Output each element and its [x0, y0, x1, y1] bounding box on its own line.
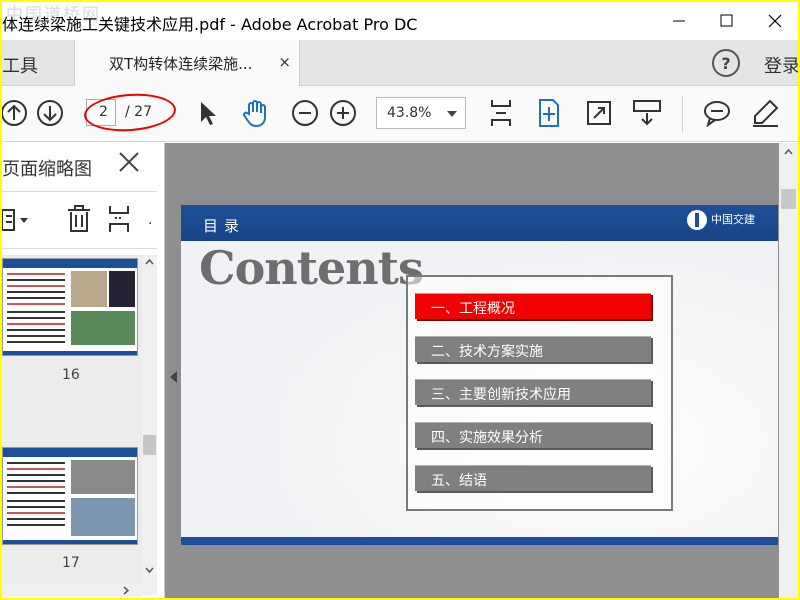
read-mode-button[interactable]	[632, 98, 662, 128]
hand-tool-button[interactable]	[240, 98, 270, 128]
help-icon[interactable]: ?	[712, 49, 740, 77]
toolbar-divider	[682, 96, 683, 132]
slide-heading: Contents	[199, 241, 424, 295]
minimize-button[interactable]	[656, 2, 702, 40]
options-icon[interactable]	[2, 206, 32, 238]
document-scrollbar[interactable]	[779, 143, 798, 598]
zoom-select[interactable]: 43.8%	[376, 97, 466, 129]
thumbnail-list: 16 17	[2, 255, 142, 595]
maximize-button[interactable]	[704, 2, 750, 40]
document-scroll-thumb[interactable]	[781, 189, 796, 209]
zoom-in-icon	[330, 100, 356, 126]
close-window-button[interactable]	[752, 2, 798, 40]
logo-icon	[687, 210, 707, 230]
fit-page-button[interactable]	[486, 98, 516, 128]
toc-item[interactable]: 五、结语	[415, 465, 651, 491]
fullscreen-icon	[587, 101, 611, 125]
toc-item[interactable]: 一、工程概况	[415, 293, 651, 319]
sidebar-scroll-thumb[interactable]	[143, 435, 156, 455]
slide-header-title: 目录	[203, 217, 246, 235]
zoom-out-icon	[292, 100, 318, 126]
close-icon	[768, 14, 782, 28]
tab-bar: 工具 双T构转体连续梁施... × ? 登录	[2, 40, 798, 86]
sidebar-scrollbar[interactable]	[142, 255, 157, 595]
scroll-right-icon[interactable]	[122, 586, 130, 595]
trash-icon[interactable]	[66, 204, 92, 238]
tab-tools[interactable]: 工具	[2, 52, 38, 78]
sidebar-title: 页面缩略图	[2, 159, 92, 180]
toc-item[interactable]: 四、实施效果分析	[415, 422, 651, 448]
collapse-sidebar-icon[interactable]	[170, 371, 177, 383]
toc-panel: 一、工程概况 二、技术方案实施 三、主要创新技术应用 四、实施效果分析 五、结语	[406, 275, 673, 511]
window-title: 体连续梁施工关键技术应用.pdf - Adobe Acrobat Pro DC	[2, 15, 418, 34]
title-bar: 中国道桥网 体连续梁施工关键技术应用.pdf - Adobe Acrobat P…	[2, 2, 798, 40]
zoom-value: 43.8%	[387, 105, 432, 121]
hand-icon	[243, 100, 266, 128]
prev-page-button[interactable]	[2, 98, 29, 128]
minimize-icon	[673, 20, 685, 22]
slide-footer-bar	[181, 537, 778, 545]
fit-width-button[interactable]	[534, 98, 564, 128]
annotation-oval	[82, 90, 178, 135]
chevron-down-icon	[447, 111, 457, 117]
pdf-page: 目录 中国交建 Contents 一、工程概况 二、技术方案实施 三、主要创新技…	[181, 205, 778, 545]
highlight-pen-icon	[753, 99, 779, 127]
page-down-icon	[37, 100, 63, 126]
doc-tab-label: 双T构转体连续梁施...	[109, 55, 253, 73]
fit-page-icon	[491, 100, 511, 126]
sidebar-close-icon[interactable]	[118, 151, 140, 179]
maximize-icon	[720, 14, 733, 27]
sidebar-hscrollbar[interactable]	[2, 583, 142, 597]
zoom-out-button[interactable]	[290, 98, 320, 128]
tab-document[interactable]: 双T构转体连续梁施... ×	[74, 40, 300, 86]
main-toolbar: 2 / 27 43.8%	[2, 86, 798, 142]
scroll-up-icon[interactable]	[784, 149, 793, 155]
login-link[interactable]: 登录	[764, 52, 798, 78]
tab-close-icon[interactable]: ×	[278, 53, 291, 71]
read-mode-icon	[633, 100, 661, 126]
thumbnail-page-17[interactable]	[2, 447, 138, 545]
scroll-up-icon[interactable]	[145, 259, 154, 265]
thumbnail-page-16[interactable]	[2, 258, 138, 356]
select-arrow-icon	[201, 102, 216, 125]
thumbnail-label: 16	[62, 367, 80, 383]
fit-width-icon	[539, 99, 559, 127]
thumbnail-label: 17	[62, 555, 80, 571]
page-up-icon	[2, 100, 27, 126]
fullscreen-button[interactable]	[584, 98, 614, 128]
highlight-button[interactable]	[750, 98, 780, 128]
document-view[interactable]: 目录 中国交建 Contents 一、工程概况 二、技术方案实施 三、主要创新技…	[165, 143, 798, 598]
more-tools-icon[interactable]: ·	[148, 216, 152, 232]
zoom-in-button[interactable]	[328, 98, 358, 128]
slide-header-bar: 目录 中国交建	[181, 205, 778, 241]
thumbnail-sidebar: 页面缩略图 · 16 17	[2, 143, 165, 598]
scroll-down-icon[interactable]	[145, 567, 154, 573]
acrobat-window: 中国道桥网 体连续梁施工关键技术应用.pdf - Adobe Acrobat P…	[2, 2, 798, 598]
next-page-button[interactable]	[35, 98, 65, 128]
comment-button[interactable]	[702, 98, 732, 128]
crop-icon[interactable]	[106, 204, 136, 238]
company-logo: 中国交建	[687, 210, 755, 230]
comment-icon	[704, 101, 730, 127]
select-tool-button[interactable]	[192, 98, 222, 128]
sidebar-toolbar: ·	[2, 191, 157, 249]
toc-item[interactable]: 二、技术方案实施	[415, 336, 651, 362]
toc-item[interactable]: 三、主要创新技术应用	[415, 379, 651, 405]
